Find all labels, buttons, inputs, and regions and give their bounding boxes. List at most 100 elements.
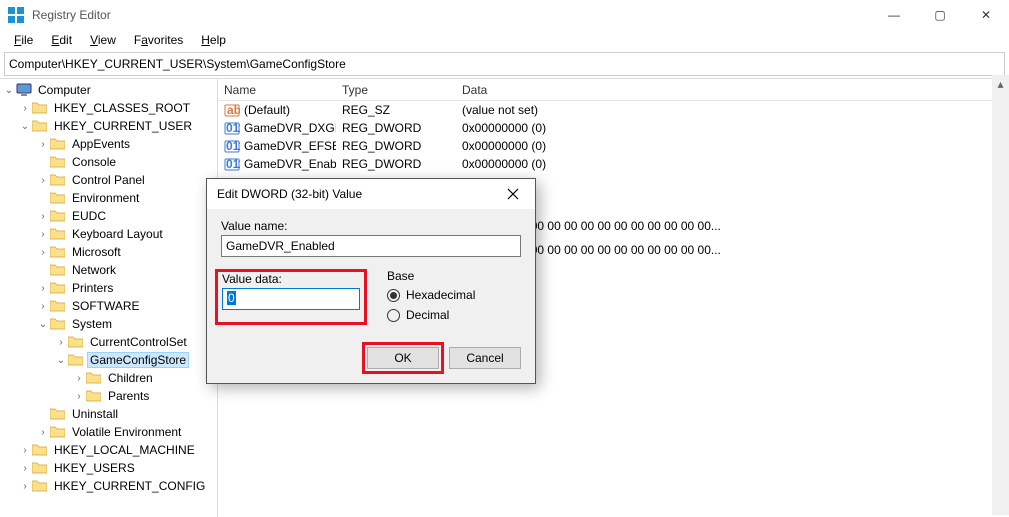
value-data-input[interactable]: 0 bbox=[222, 288, 360, 310]
tree-volatile[interactable]: › Volatile Environment bbox=[0, 423, 217, 441]
list-row[interactable]: 011GameDVR_EFSE... REG_DWORD 0x00000000 … bbox=[218, 137, 1009, 155]
folder-icon bbox=[50, 191, 66, 205]
expand-icon[interactable]: › bbox=[36, 247, 50, 258]
expand-icon[interactable]: › bbox=[72, 373, 86, 384]
folder-icon bbox=[50, 173, 66, 187]
tree-gameconfigstore[interactable]: ⌄ GameConfigStore bbox=[0, 351, 217, 369]
folder-icon bbox=[50, 317, 66, 331]
expand-icon[interactable]: › bbox=[36, 427, 50, 438]
expand-icon[interactable]: › bbox=[36, 301, 50, 312]
folder-icon bbox=[32, 101, 48, 115]
tree-eudc[interactable]: › EUDC bbox=[0, 207, 217, 225]
col-data[interactable]: Data bbox=[456, 83, 1009, 97]
tree-environment[interactable]: Environment bbox=[0, 189, 217, 207]
expand-icon[interactable]: › bbox=[18, 463, 32, 474]
expand-icon[interactable]: › bbox=[18, 481, 32, 492]
string-value-icon: ab bbox=[224, 102, 240, 118]
menu-edit[interactable]: Edit bbox=[43, 31, 80, 49]
tree-hkcr[interactable]: › HKEY_CLASSES_ROOT bbox=[0, 99, 217, 117]
menu-favorites[interactable]: Favorites bbox=[126, 31, 191, 49]
close-icon bbox=[507, 188, 519, 200]
radio-icon bbox=[387, 309, 400, 322]
folder-icon bbox=[50, 137, 66, 151]
tree-controlpanel[interactable]: › Control Panel bbox=[0, 171, 217, 189]
expand-icon[interactable]: › bbox=[36, 175, 50, 186]
tree-hkcu[interactable]: ⌄ HKEY_CURRENT_USER bbox=[0, 117, 217, 135]
radio-icon bbox=[387, 289, 400, 302]
value-data-label: Value data: bbox=[222, 272, 360, 286]
tree-uninstall[interactable]: Uninstall bbox=[0, 405, 217, 423]
maximize-button[interactable]: ▢ bbox=[917, 0, 963, 30]
tree-microsoft[interactable]: › Microsoft bbox=[0, 243, 217, 261]
list-header: Name Type Data bbox=[218, 79, 1009, 101]
expand-icon[interactable]: › bbox=[18, 103, 32, 114]
radio-decimal[interactable]: Decimal bbox=[387, 305, 475, 325]
folder-icon bbox=[68, 353, 84, 367]
tree-panel: ⌄ Computer › HKEY_CLASSES_ROOT ⌄ HKEY_CU… bbox=[0, 79, 218, 517]
expand-icon[interactable]: › bbox=[36, 229, 50, 240]
tree-hklm[interactable]: › HKEY_LOCAL_MACHINE bbox=[0, 441, 217, 459]
expand-icon[interactable]: › bbox=[36, 283, 50, 294]
folder-icon bbox=[50, 407, 66, 421]
folder-icon bbox=[32, 119, 48, 133]
svg-text:011: 011 bbox=[226, 139, 240, 153]
tree-parents[interactable]: › Parents bbox=[0, 387, 217, 405]
expand-icon[interactable]: ⌄ bbox=[18, 121, 32, 132]
list-row[interactable]: ab(Default) REG_SZ (value not set) bbox=[218, 101, 1009, 119]
folder-icon bbox=[50, 227, 66, 241]
col-name[interactable]: Name bbox=[218, 83, 336, 97]
window-controls: — ▢ ✕ bbox=[871, 0, 1009, 30]
tree-ccs[interactable]: › CurrentControlSet bbox=[0, 333, 217, 351]
list-row[interactable]: 011GameDVR_DXGI... REG_DWORD 0x00000000 … bbox=[218, 119, 1009, 137]
svg-text:011: 011 bbox=[226, 157, 240, 171]
tree-root[interactable]: ⌄ Computer bbox=[0, 81, 217, 99]
menu-file[interactable]: File bbox=[6, 31, 41, 49]
close-button[interactable]: ✕ bbox=[963, 0, 1009, 30]
address-bar[interactable]: Computer\HKEY_CURRENT_USER\System\GameCo… bbox=[4, 52, 1005, 76]
folder-icon bbox=[32, 479, 48, 493]
tree-hkcc[interactable]: › HKEY_CURRENT_CONFIG bbox=[0, 477, 217, 495]
base-group: Base Hexadecimal Decimal bbox=[387, 269, 475, 325]
tree-network[interactable]: Network bbox=[0, 261, 217, 279]
tree-system[interactable]: ⌄ System bbox=[0, 315, 217, 333]
col-type[interactable]: Type bbox=[336, 83, 456, 97]
tree-keyboard[interactable]: › Keyboard Layout bbox=[0, 225, 217, 243]
dialog-close-button[interactable] bbox=[501, 182, 525, 206]
folder-icon bbox=[50, 425, 66, 439]
folder-icon bbox=[50, 281, 66, 295]
dword-value-icon: 011 bbox=[224, 138, 240, 154]
ok-button[interactable]: OK bbox=[367, 347, 439, 369]
svg-text:ab: ab bbox=[227, 103, 240, 117]
tree-console[interactable]: Console bbox=[0, 153, 217, 171]
tree-appevents[interactable]: › AppEvents bbox=[0, 135, 217, 153]
expand-icon[interactable]: › bbox=[72, 391, 86, 402]
scroll-up-icon[interactable]: ▴ bbox=[992, 75, 1009, 92]
expand-icon[interactable]: › bbox=[18, 445, 32, 456]
folder-icon bbox=[32, 443, 48, 457]
list-row[interactable]: 011GameDVR_Enabl... REG_DWORD 0x00000000… bbox=[218, 155, 1009, 173]
tree-hku[interactable]: › HKEY_USERS bbox=[0, 459, 217, 477]
expand-icon[interactable]: ⌄ bbox=[2, 85, 16, 96]
minimize-button[interactable]: — bbox=[871, 0, 917, 30]
tree-children[interactable]: › Children bbox=[0, 369, 217, 387]
expand-icon[interactable]: › bbox=[36, 211, 50, 222]
menu-help[interactable]: Help bbox=[193, 31, 234, 49]
expand-icon[interactable]: › bbox=[54, 337, 68, 348]
radio-hexadecimal[interactable]: Hexadecimal bbox=[387, 285, 475, 305]
expand-icon[interactable]: ⌄ bbox=[54, 355, 68, 366]
value-name-input[interactable] bbox=[221, 235, 521, 257]
folder-icon bbox=[50, 245, 66, 259]
menu-view[interactable]: View bbox=[82, 31, 124, 49]
tree-software[interactable]: › SOFTWARE bbox=[0, 297, 217, 315]
svg-text:011: 011 bbox=[226, 121, 240, 135]
value-name-label: Value name: bbox=[221, 219, 521, 233]
expand-icon[interactable]: › bbox=[36, 139, 50, 150]
folder-icon bbox=[86, 389, 102, 403]
dword-value-icon: 011 bbox=[224, 120, 240, 136]
cancel-button[interactable]: Cancel bbox=[449, 347, 521, 369]
vertical-scrollbar[interactable]: ▴ bbox=[992, 75, 1009, 515]
tree-printers[interactable]: › Printers bbox=[0, 279, 217, 297]
base-label: Base bbox=[387, 269, 475, 283]
dialog-titlebar[interactable]: Edit DWORD (32-bit) Value bbox=[207, 179, 535, 209]
expand-icon[interactable]: ⌄ bbox=[36, 319, 50, 330]
